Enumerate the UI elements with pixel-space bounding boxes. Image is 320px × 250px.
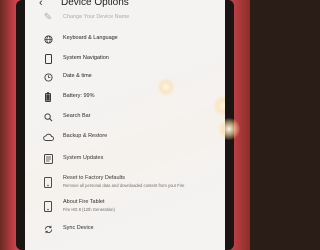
- settings-item-label: Battery: 99%: [63, 93, 95, 99]
- light-reflection: [157, 78, 175, 96]
- settings-item-label: Reset to Factory Defaults: [63, 175, 126, 181]
- app-header: ‹ Device Options: [25, 0, 225, 10]
- settings-item-label: Backup & Restore: [63, 133, 108, 139]
- battery-icon: [41, 90, 55, 104]
- settings-item-system-navigation[interactable]: System Navigation: [25, 50, 225, 68]
- updates-icon: [41, 152, 55, 166]
- tablet-screen: ‹ Device Options ✎ Change Your Device Na…: [25, 0, 225, 250]
- info-icon: [41, 199, 55, 213]
- reset-icon: [41, 175, 55, 189]
- settings-item-label: System Updates: [63, 155, 104, 161]
- settings-item-label: About Fire Tablet: [63, 199, 105, 205]
- settings-item-search-bar[interactable]: Search Bar: [25, 108, 225, 126]
- settings-item-description: Fire HD 8 (12th Generation): [63, 207, 115, 212]
- settings-item-label: Date & time: [63, 73, 92, 79]
- settings-item-battery[interactable]: Battery: 99%: [25, 88, 225, 106]
- page-title: Device Options: [61, 0, 129, 8]
- settings-item-description: Remove all personal data and downloaded …: [63, 183, 185, 188]
- globe-icon: [41, 32, 55, 46]
- settings-item-label: Keyboard & Language: [63, 35, 118, 41]
- settings-item-keyboard-language[interactable]: Keyboard & Language: [25, 30, 225, 48]
- cloud-icon: [41, 130, 55, 144]
- phone-icon: [41, 52, 55, 66]
- settings-item-sync-device[interactable]: Sync Device: [25, 220, 225, 238]
- settings-item-about[interactable]: About Fire Tablet Fire HD 8 (12th Genera…: [25, 196, 225, 216]
- light-reflection: [218, 118, 240, 140]
- settings-item-label: Sync Device: [63, 225, 94, 231]
- settings-item-factory-reset[interactable]: Reset to Factory Defaults Remove all per…: [25, 172, 225, 192]
- sync-icon: [41, 222, 55, 236]
- pencil-icon: ✎: [43, 11, 53, 23]
- settings-item-system-updates[interactable]: System Updates: [25, 150, 225, 168]
- settings-item-label: System Navigation: [63, 55, 109, 61]
- settings-item-backup-restore[interactable]: Backup & Restore: [25, 128, 225, 146]
- settings-item-label: Search Bar: [63, 113, 91, 119]
- clock-icon: [41, 70, 55, 84]
- search-icon: [41, 110, 55, 124]
- settings-item-device-name[interactable]: ✎ Change Your Device Name: [25, 11, 225, 23]
- settings-item-date-time[interactable]: Date & time: [25, 68, 225, 86]
- back-arrow-icon[interactable]: ‹: [39, 0, 43, 9]
- settings-item-label: Change Your Device Name: [63, 14, 130, 20]
